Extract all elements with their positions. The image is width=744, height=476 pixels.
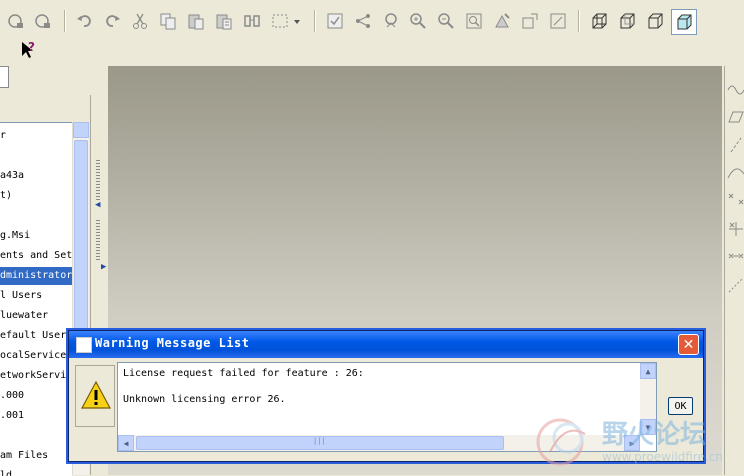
- paste-special-icon[interactable]: [213, 10, 235, 32]
- collapse-left-icon[interactable]: ◀: [95, 200, 100, 210]
- model-tree-tab[interactable]: [0, 66, 9, 88]
- shaded-icon[interactable]: [671, 9, 697, 35]
- main-toolbar: [0, 0, 744, 39]
- help-question-mark: ?: [28, 40, 35, 54]
- message-line-2: Unknown licensing error 26.: [123, 394, 286, 405]
- spline-icon[interactable]: [727, 80, 744, 98]
- window-icon: [76, 337, 92, 353]
- zoom-out-icon[interactable]: [435, 10, 457, 32]
- select-box-icon[interactable]: [269, 10, 291, 32]
- tree-row[interactable]: luewater: [0, 307, 48, 325]
- tree-row[interactable]: g.Msi: [0, 227, 30, 245]
- sketch-icon[interactable]: [727, 276, 744, 294]
- curve-icon[interactable]: [727, 164, 744, 182]
- axis-icon[interactable]: [727, 136, 744, 154]
- expand-right-icon[interactable]: ▶: [101, 262, 106, 272]
- dialog-title: Warning Message List: [95, 336, 250, 350]
- warning-icon-pane: [75, 365, 115, 427]
- watermark-url: www.proewildfire.cn: [602, 450, 723, 464]
- tree-row[interactable]: efault User: [0, 327, 66, 345]
- redo-icon[interactable]: [101, 10, 123, 32]
- tree-row[interactable]: .000: [0, 387, 24, 405]
- tree-row[interactable]: ocalService: [0, 347, 66, 365]
- tree-scroll-up-button[interactable]: [73, 122, 89, 138]
- undo-icon[interactable]: [74, 10, 96, 32]
- warning-icon: [80, 380, 112, 409]
- paste-icon[interactable]: [185, 10, 207, 32]
- tree-row[interactable]: t): [0, 187, 12, 205]
- tree-row[interactable]: ents and Set: [0, 247, 72, 265]
- scroll-left-button[interactable]: ◀: [118, 435, 134, 451]
- point-icon[interactable]: [727, 192, 744, 210]
- network-icon[interactable]: [352, 10, 374, 32]
- scroll-up-button[interactable]: ▲: [640, 363, 656, 379]
- model-tree: r a43a t) g.Msi ents and Set dministrator l Us…: [0, 122, 72, 476]
- layers-icon[interactable]: [519, 10, 541, 32]
- tree-row[interactable]: .001: [0, 407, 24, 425]
- horizontal-scroll-thumb[interactable]: |||: [136, 436, 504, 450]
- datum-icon[interactable]: [547, 10, 569, 32]
- zoom-in-icon[interactable]: [407, 10, 429, 32]
- forum-watermark: 野火论坛 www.proewildfire.cn: [530, 410, 744, 475]
- refit-icon[interactable]: [463, 10, 485, 32]
- analysis-icon[interactable]: [727, 248, 744, 266]
- watermark-title: 野火论坛: [602, 420, 707, 450]
- plane-icon[interactable]: [727, 108, 744, 126]
- dropdown-icon[interactable]: [291, 10, 303, 32]
- dialog-titlebar[interactable]: Warning Message List ✕: [69, 331, 703, 358]
- close-button[interactable]: ✕: [678, 334, 699, 355]
- hidden-line-icon[interactable]: [616, 10, 638, 32]
- tree-row[interactable]: a43a: [0, 167, 24, 185]
- open-icon[interactable]: [5, 10, 27, 32]
- tree-row[interactable]: dministrator: [0, 267, 72, 285]
- wireframe-icon[interactable]: [588, 10, 610, 32]
- no-hidden-icon[interactable]: [644, 10, 666, 32]
- splitter-grip-top: [96, 160, 100, 200]
- tree-row[interactable]: r: [0, 127, 6, 145]
- find-icon[interactable]: [241, 10, 263, 32]
- save-icon[interactable]: [32, 10, 54, 32]
- feature-icon[interactable]: [380, 10, 402, 32]
- message-line-1: License request failed for feature : 26:: [123, 368, 364, 379]
- scroll-grip: |||: [313, 437, 326, 445]
- secondary-toolbar: ?: [0, 38, 744, 64]
- watermark-logo: [536, 418, 586, 466]
- splitter-grip-bottom: [96, 220, 100, 260]
- tree-row[interactable]: am Files: [0, 447, 48, 465]
- context-help-icon[interactable]: ?: [20, 40, 40, 60]
- csys-icon[interactable]: [727, 220, 744, 238]
- tree-row[interactable]: etworkServic: [0, 367, 72, 385]
- regenerate-icon[interactable]: [324, 10, 346, 32]
- copy-icon[interactable]: [157, 10, 179, 32]
- repaint-icon[interactable]: [491, 10, 513, 32]
- cut-icon[interactable]: [129, 10, 151, 32]
- tree-row[interactable]: l Users: [0, 287, 42, 305]
